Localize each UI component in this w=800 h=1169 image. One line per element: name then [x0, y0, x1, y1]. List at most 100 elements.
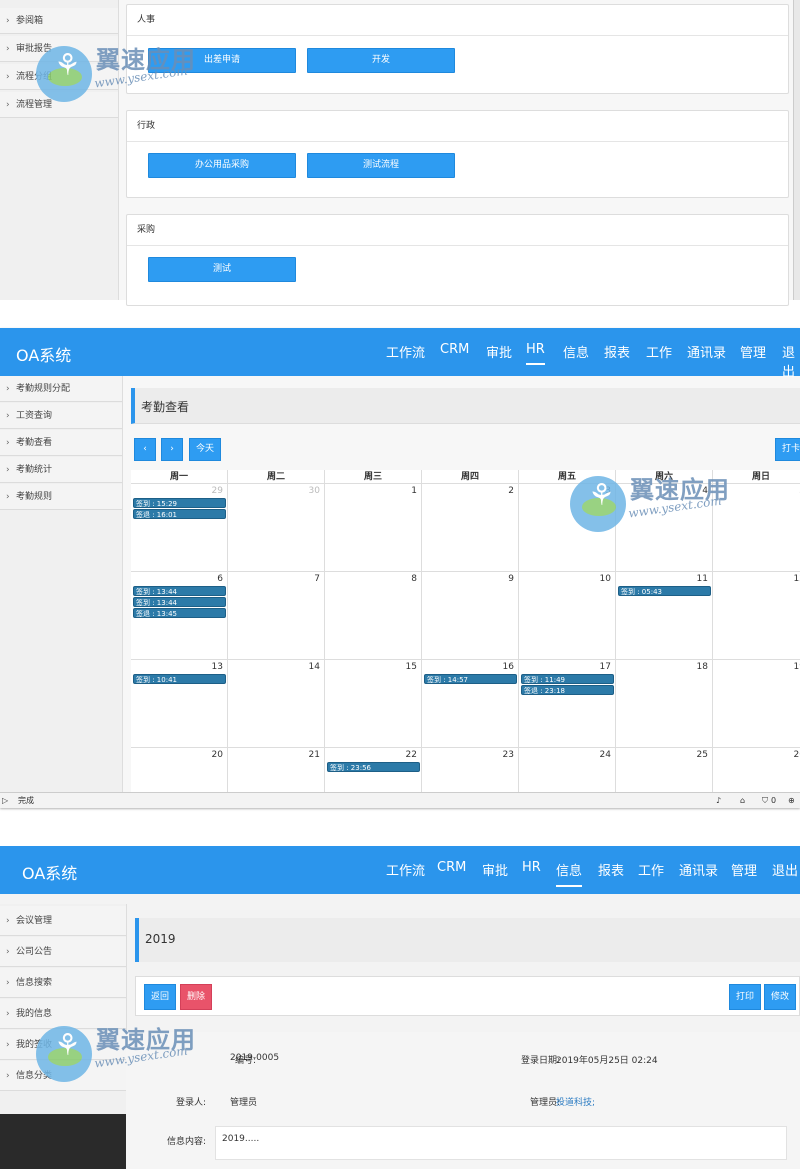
app-logo: OA系统 [16, 346, 72, 365]
nav-report[interactable]: 报表 [604, 342, 630, 361]
day-number: 20 [211, 750, 223, 760]
content-label: 信息内容: [166, 1137, 206, 1147]
lock-icon[interactable]: ⌂ [740, 793, 745, 808]
nav-workflow[interactable]: 工作流 [386, 342, 425, 361]
nav-info[interactable]: 信息 [563, 342, 589, 361]
attendance-event[interactable]: 签退 : 16:01 [133, 509, 226, 519]
prev-button[interactable]: ‹ [134, 438, 156, 461]
nav-manage[interactable]: 管理 [731, 860, 757, 879]
nav-manage[interactable]: 管理 [740, 342, 766, 361]
nav-info[interactable]: 信息 [556, 860, 583, 887]
scrollbar[interactable] [793, 0, 800, 300]
nav-contacts[interactable]: 通讯录 [687, 342, 726, 361]
top-navbar: OA系统 工作流 CRM 审批 HR 信息 报表 工作 通讯录 管理 退出 [0, 846, 800, 894]
calendar-day-cell[interactable]: 14 [228, 660, 325, 748]
today-button[interactable]: 今天 [189, 438, 221, 461]
sidebar-item-salary[interactable]: › 工资查询 [0, 403, 122, 429]
attendance-window: OA系统 工作流 CRM 审批 HR 信息 报表 工作 通讯录 管理 退出 › 考… [0, 328, 800, 808]
day-number: 25 [696, 750, 708, 760]
nav-approval[interactable]: 审批 [482, 860, 508, 879]
calendar-day-cell[interactable]: 15 [325, 660, 422, 748]
shield-icon[interactable]: ⛉ [762, 793, 768, 808]
sidebar-item-attendance-view[interactable]: › 考勤查看 [0, 430, 122, 456]
sidebar-item-attendance-rules[interactable]: › 考勤规则 [0, 484, 122, 510]
toolbar: 返回 删除 打印 修改 [135, 976, 800, 1016]
admin-label: 管理员: [529, 1098, 560, 1108]
edit-button[interactable]: 修改 [764, 984, 796, 1010]
speaker-icon[interactable]: ♪ [716, 793, 721, 808]
calendar-day-cell[interactable]: 19 [713, 660, 800, 748]
calendar-day-cell[interactable]: 1 [325, 484, 422, 572]
page-title: 2019 [145, 932, 176, 946]
nav-workflow[interactable]: 工作流 [386, 860, 425, 879]
sidebar-item-inbox[interactable]: › 参阅箱 [0, 8, 118, 34]
sidebar-item-notice[interactable]: › 公司公告 [0, 937, 126, 967]
attendance-event[interactable]: 签到 : 11:49 [521, 674, 614, 684]
nav-work[interactable]: 工作 [638, 860, 664, 879]
day-number: 17 [599, 662, 611, 672]
attendance-event[interactable]: 签退 : 13:45 [133, 608, 226, 618]
watermark-logo: ⚘ 翼速应用 www.ysext.com [570, 470, 770, 540]
flow-button-test-flow[interactable]: 测试流程 [307, 153, 455, 178]
flow-button-office[interactable]: 办公用品采购 [148, 153, 296, 178]
day-number: 24 [599, 750, 611, 760]
info-window: OA系统 工作流 CRM 审批 HR 信息 报表 工作 通讯录 管理 退出 › 会… [0, 846, 800, 1169]
nav-logout[interactable]: 退出 [782, 342, 800, 380]
nav-work[interactable]: 工作 [646, 342, 672, 361]
nav-crm[interactable]: CRM [440, 342, 469, 357]
day-number: 13 [211, 662, 223, 672]
attendance-event[interactable]: 签到 : 14:57 [424, 674, 517, 684]
calendar-day-cell[interactable]: 9 [422, 572, 519, 660]
sidebar-item-meeting[interactable]: › 会议管理 [0, 906, 126, 936]
watermark-logo: ⚘ 翼速应用 www.ysext.com [36, 40, 236, 110]
flow-button-test[interactable]: 测试 [148, 257, 296, 282]
chevron-right-icon: › [6, 465, 10, 475]
nav-report[interactable]: 报表 [598, 860, 624, 879]
day-number: 9 [508, 574, 514, 584]
flow-button-dev[interactable]: 开发 [307, 48, 455, 73]
zoom-icon[interactable]: ⊕ [788, 793, 795, 808]
nav-approval[interactable]: 审批 [486, 342, 512, 361]
calendar-day-cell[interactable]: 18 [616, 660, 713, 748]
calendar-day-cell[interactable]: 8 [325, 572, 422, 660]
calendar-day-cell[interactable]: 10 [519, 572, 616, 660]
sidebar-item-attendance-stats[interactable]: › 考勤统计 [0, 457, 122, 483]
chevron-left-icon: ‹ [143, 444, 147, 454]
next-button[interactable]: › [161, 438, 183, 461]
chevron-right-icon: › [6, 72, 10, 82]
attendance-event[interactable]: 签退 : 23:18 [521, 685, 614, 695]
nav-hr[interactable]: HR [522, 860, 541, 875]
calendar-day-cell[interactable]: 12 [713, 572, 800, 660]
day-number: 12 [793, 574, 800, 584]
attendance-event[interactable]: 签到 : 23:56 [327, 762, 420, 772]
print-button[interactable]: 打印 [729, 984, 761, 1010]
nav-logout[interactable]: 退出 [772, 860, 798, 879]
delete-button[interactable]: 删除 [180, 984, 212, 1010]
calendar-day-cell[interactable]: 7 [228, 572, 325, 660]
nav-hr[interactable]: HR [526, 342, 545, 365]
sidebar-item-rule-assign[interactable]: › 考勤规则分配 [0, 376, 122, 402]
calendar-day-cell[interactable]: 2 [422, 484, 519, 572]
admin-value[interactable]: 投道科技; [556, 1095, 595, 1108]
attendance-event[interactable]: 签到 : 05:43 [618, 586, 711, 596]
weekday-header: 周一 [131, 470, 228, 484]
punch-button[interactable]: 打卡 [775, 438, 800, 461]
author-label: 登录人: [175, 1098, 206, 1108]
day-number: 6 [217, 574, 223, 584]
attendance-event[interactable]: 签到 : 13:44 [133, 586, 226, 596]
nav-crm[interactable]: CRM [437, 860, 466, 875]
calendar-day-cell[interactable]: 30 [228, 484, 325, 572]
play-icon: ▷ [2, 796, 9, 805]
sidebar-footer [0, 1114, 126, 1169]
group-title: 行政 [127, 111, 788, 142]
nav-contacts[interactable]: 通讯录 [679, 860, 718, 879]
day-number: 7 [314, 574, 320, 584]
attendance-event[interactable]: 签到 : 13:44 [133, 597, 226, 607]
sidebar: › 考勤规则分配 › 工资查询 › 考勤查看 › 考勤统计 › 考勤规则 [0, 376, 123, 792]
attendance-event[interactable]: 签到 : 15:29 [133, 498, 226, 508]
sidebar-item-search[interactable]: › 信息搜索 [0, 968, 126, 998]
attendance-event[interactable]: 签到 : 10:41 [133, 674, 226, 684]
chevron-right-icon: › [6, 947, 10, 957]
back-button[interactable]: 返回 [144, 984, 176, 1010]
content-box: 2019..... [215, 1126, 787, 1160]
